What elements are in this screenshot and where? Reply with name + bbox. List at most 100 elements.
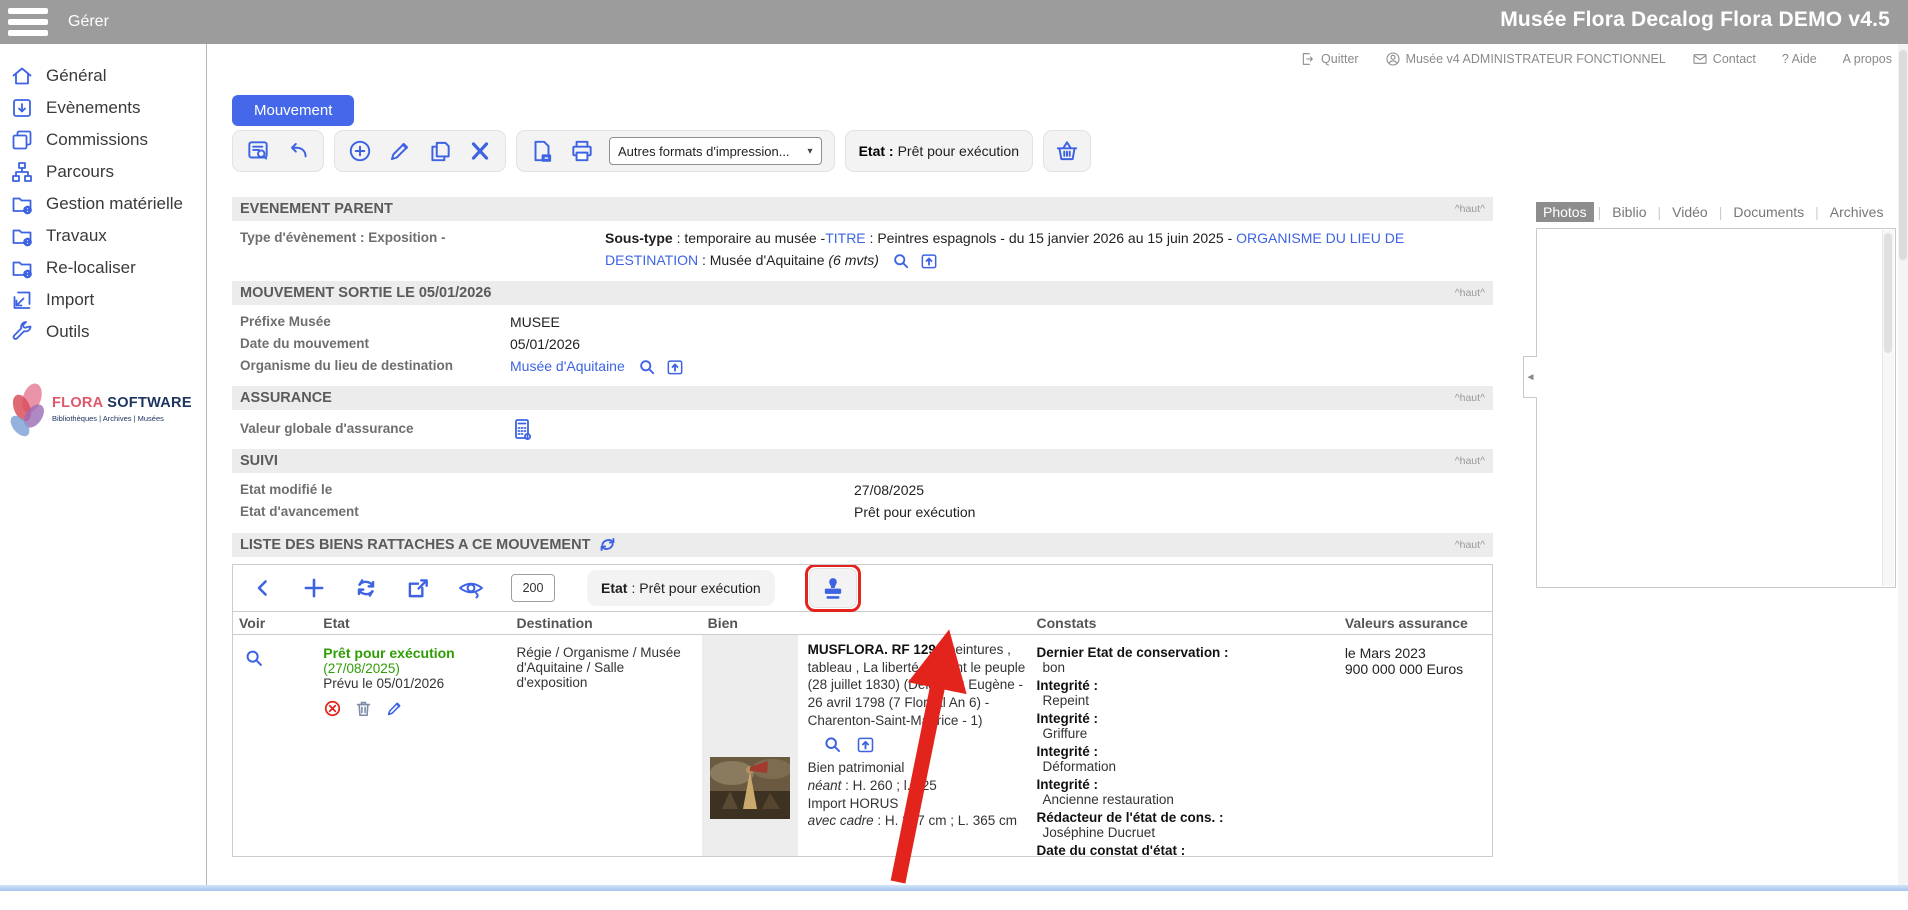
trash-icon[interactable]: [354, 699, 373, 718]
contact-link[interactable]: Contact: [1692, 51, 1756, 67]
print-file-button[interactable]: [529, 138, 555, 164]
open-window-icon[interactable]: [919, 251, 939, 271]
etat-status: Prêt pour exécution: [323, 644, 455, 661]
search-icon[interactable]: [822, 734, 843, 755]
edit-pencil-icon[interactable]: [385, 699, 404, 718]
view-eye-button[interactable]: [457, 575, 485, 601]
search-icon[interactable]: [637, 357, 657, 377]
hamburger-menu-icon[interactable]: [8, 7, 54, 37]
date-mouvement-value: 05/01/2026: [510, 336, 581, 353]
cancel-circle-icon[interactable]: [323, 699, 342, 718]
list-search-button[interactable]: [245, 138, 271, 164]
type-evenement-label: Type d'évènement : Exposition -: [240, 230, 446, 245]
table-row: Prêt pour exécution (27/08/2025) Prévu l…: [233, 634, 1492, 856]
musee-aquitaine-link[interactable]: Musée d'Aquitaine: [510, 358, 625, 374]
view-search-icon[interactable]: [243, 647, 265, 669]
stamp-validate-button[interactable]: [808, 567, 857, 608]
previous-button[interactable]: [251, 576, 275, 600]
duplicate-button[interactable]: [427, 138, 453, 164]
add-bien-button[interactable]: [301, 575, 327, 601]
haut-link[interactable]: ^haut^: [1455, 455, 1485, 467]
haut-link[interactable]: ^haut^: [1455, 287, 1485, 299]
haut-link[interactable]: ^haut^: [1455, 539, 1485, 551]
copy-icon: [431, 141, 450, 162]
page-vertical-scrollbar[interactable]: [1898, 44, 1908, 886]
destination-cell: Régie / Organisme / Musée d'Aquitaine / …: [516, 644, 681, 690]
open-window-icon[interactable]: [665, 357, 685, 377]
etat-avancement-value: Prêt pour exécution: [854, 504, 976, 521]
panel-collapse-handle[interactable]: ◄: [1523, 356, 1537, 398]
tab-photos[interactable]: Photos: [1536, 202, 1594, 222]
aide-link[interactable]: ? Aide: [1782, 52, 1817, 66]
page-horizontal-scrollbar[interactable]: [0, 885, 1908, 891]
valeur-assurance-label: Valeur globale d'assurance: [240, 420, 414, 436]
artwork-thumbnail[interactable]: [709, 756, 790, 819]
stamp-highlight-box: [804, 564, 861, 612]
col-header-bien: Bien: [701, 610, 1031, 635]
stamp-icon: [824, 577, 841, 599]
media-tabs: Photos | Biblio | Vidéo | Documents | Archiv…: [1536, 202, 1896, 222]
tab-mouvement[interactable]: Mouvement: [232, 95, 355, 126]
sidebar-item-import[interactable]: Import: [0, 284, 206, 316]
export-button[interactable]: [405, 575, 431, 601]
haut-link[interactable]: ^haut^: [1455, 203, 1485, 215]
section-evenement-parent: EVENEMENT PARENT ^haut^: [232, 197, 1493, 221]
panel-scrollbar[interactable]: [1882, 230, 1894, 586]
basket-button[interactable]: [1054, 138, 1080, 164]
home-icon: [12, 67, 32, 85]
tab-video[interactable]: Vidéo: [1665, 202, 1715, 222]
search-icon[interactable]: [891, 251, 911, 271]
open-window-icon[interactable]: [855, 734, 876, 755]
user-account[interactable]: Musée v4 ADMINISTRATEUR FONCTIONNEL: [1385, 51, 1666, 67]
apropos-link[interactable]: A propos: [1843, 52, 1892, 66]
import-icon: [13, 291, 31, 309]
utility-bar: Quitter Musée v4 ADMINISTRATEUR FONCTION…: [207, 44, 1908, 74]
calculator-icon: [515, 419, 531, 441]
etat-avancement-label: Etat d'avancement: [240, 504, 359, 520]
sidebar-item-relocaliser[interactable]: Re-localiser: [0, 252, 206, 284]
tab-biblio[interactable]: Biblio: [1605, 202, 1653, 222]
sidebar-item-general[interactable]: Général: [0, 60, 206, 92]
result-count-input[interactable]: [511, 573, 555, 602]
biens-table: Voir Etat Destination Bien Constats Vale…: [233, 610, 1492, 856]
recycle-button[interactable]: [353, 575, 379, 601]
tab-documents[interactable]: Documents: [1726, 202, 1811, 222]
titre-link[interactable]: TITRE: [825, 230, 865, 246]
menu-label[interactable]: Gérer: [68, 13, 109, 31]
etat-modifie-value: 27/08/2025: [854, 482, 925, 499]
app-header: Gérer Musée Flora Decalog Flora DEMO v4.…: [0, 0, 1908, 44]
etat-modifie-label: Etat modifié le: [240, 482, 333, 498]
sidebar-item-evenements[interactable]: Evènements: [0, 92, 206, 124]
add-button[interactable]: [347, 138, 373, 164]
sidebar-item-parcours[interactable]: Parcours: [0, 156, 206, 188]
sidebar-item-outils[interactable]: Outils: [0, 316, 206, 348]
plus-circle-icon: [349, 140, 371, 162]
calculator-button[interactable]: [510, 417, 534, 441]
record-toolbar: Autres formats d'impression... ▾ Etat : Pr…: [232, 130, 1493, 172]
tab-archives[interactable]: Archives: [1823, 202, 1891, 222]
col-header-constats: Constats: [1030, 610, 1339, 635]
haut-link[interactable]: ^haut^: [1455, 392, 1485, 404]
section-suivi: SUIVI ^haut^: [232, 449, 1493, 474]
list-search-icon: [248, 141, 268, 160]
export-icon: [408, 579, 428, 598]
sidebar: Général Evènements Commissions Parcours …: [0, 44, 207, 891]
pencil-icon: [390, 142, 409, 161]
delete-button[interactable]: [467, 138, 493, 164]
printer-button[interactable]: [569, 138, 595, 164]
sidebar-item-commissions[interactable]: Commissions: [0, 124, 206, 156]
eye-icon: [459, 582, 483, 599]
sidebar-item-travaux[interactable]: Travaux: [0, 220, 206, 252]
event-box-icon: [13, 99, 31, 117]
back-button[interactable]: [285, 138, 311, 164]
refresh-icon[interactable]: [598, 535, 617, 554]
print-format-select[interactable]: Autres formats d'impression... ▾: [609, 137, 822, 165]
edit-button[interactable]: [387, 138, 413, 164]
biens-toolbar: Etat: Prêt pour exécution: [233, 564, 1492, 612]
folder-globe-icon: [12, 261, 32, 279]
folder-globe-icon: [12, 197, 32, 215]
sidebar-item-gestion-materielle[interactable]: Gestion matérielle: [0, 188, 206, 220]
quitter-link[interactable]: Quitter: [1300, 51, 1359, 67]
main-content: Mouvement Autres formats d'impression...…: [232, 74, 1493, 857]
chevron-left-icon: [257, 580, 267, 596]
